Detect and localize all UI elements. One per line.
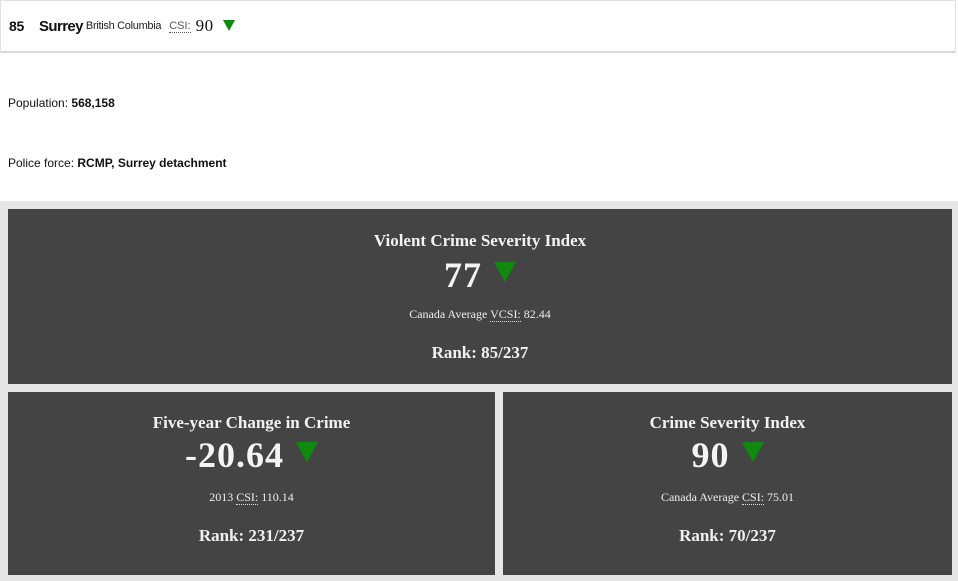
city-rank: 85 (9, 18, 24, 34)
five-year-change-panel: Five-year Change in Crime -20.64 2013 CS… (8, 392, 495, 575)
police-force-line: Police force: RCMP, Surrey detachment (8, 156, 227, 170)
average-abbreviation: CSI: (742, 490, 765, 505)
triangle-down-icon (741, 442, 764, 462)
panel-rank: Rank: 85/237 (431, 343, 529, 362)
panel-title: Violent Crime Severity Index (373, 231, 587, 250)
average-value: 110.14 (261, 490, 294, 504)
average-abbreviation: VCSI: (490, 307, 521, 322)
panel-rank: Rank: 231/237 (198, 526, 305, 545)
average-prefix: 2013 (209, 490, 234, 504)
csi-panel: Crime Severity Index 90 Canada Average C… (503, 392, 952, 575)
csi-abbreviation: CSI: (169, 19, 191, 33)
panel-value: -20.64 (185, 435, 284, 475)
panel-value: 90 (691, 435, 730, 475)
population-value: 568,158 (71, 96, 115, 110)
police-force-label: Police force: (8, 156, 75, 170)
panel-title: Five-year Change in Crime (152, 413, 351, 432)
triangle-down-icon (296, 442, 318, 462)
panel-value: 77 (444, 255, 482, 295)
city-name[interactable]: Surrey (39, 18, 84, 35)
panel-rank: Rank: 70/237 (679, 526, 776, 545)
csi-value: 90 (195, 16, 214, 35)
panel-average: Canada Average VCSI: 82.44 (8, 307, 952, 322)
police-force-value: RCMP, Surrey detachment (77, 156, 227, 170)
triangle-down-icon (222, 19, 235, 31)
population-line: Population: 568,158 (8, 96, 115, 110)
average-abbreviation: CSI: (236, 490, 259, 505)
city-header: 85 Surrey British Columbia CSI: 90 (0, 0, 956, 53)
panel-value-row: -20.64 (8, 434, 495, 476)
panel-average: Canada Average CSI: 75.01 (503, 490, 952, 505)
panel-value-row: 77 (8, 254, 952, 296)
triangle-down-icon (494, 262, 516, 282)
violent-csi-panel: Violent Crime Severity Index 77 Canada A… (8, 209, 952, 384)
average-prefix: Canada Average (660, 490, 740, 504)
province-name: British Columbia (85, 20, 162, 32)
average-value: 82.44 (523, 307, 551, 321)
panel-value-row: 90 (503, 434, 952, 476)
panel-average: 2013 CSI: 110.14 (8, 490, 495, 505)
average-value: 75.01 (767, 490, 795, 504)
panel-title: Crime Severity Index (649, 413, 806, 432)
average-prefix: Canada Average (409, 307, 488, 321)
population-label: Population: (8, 96, 69, 110)
